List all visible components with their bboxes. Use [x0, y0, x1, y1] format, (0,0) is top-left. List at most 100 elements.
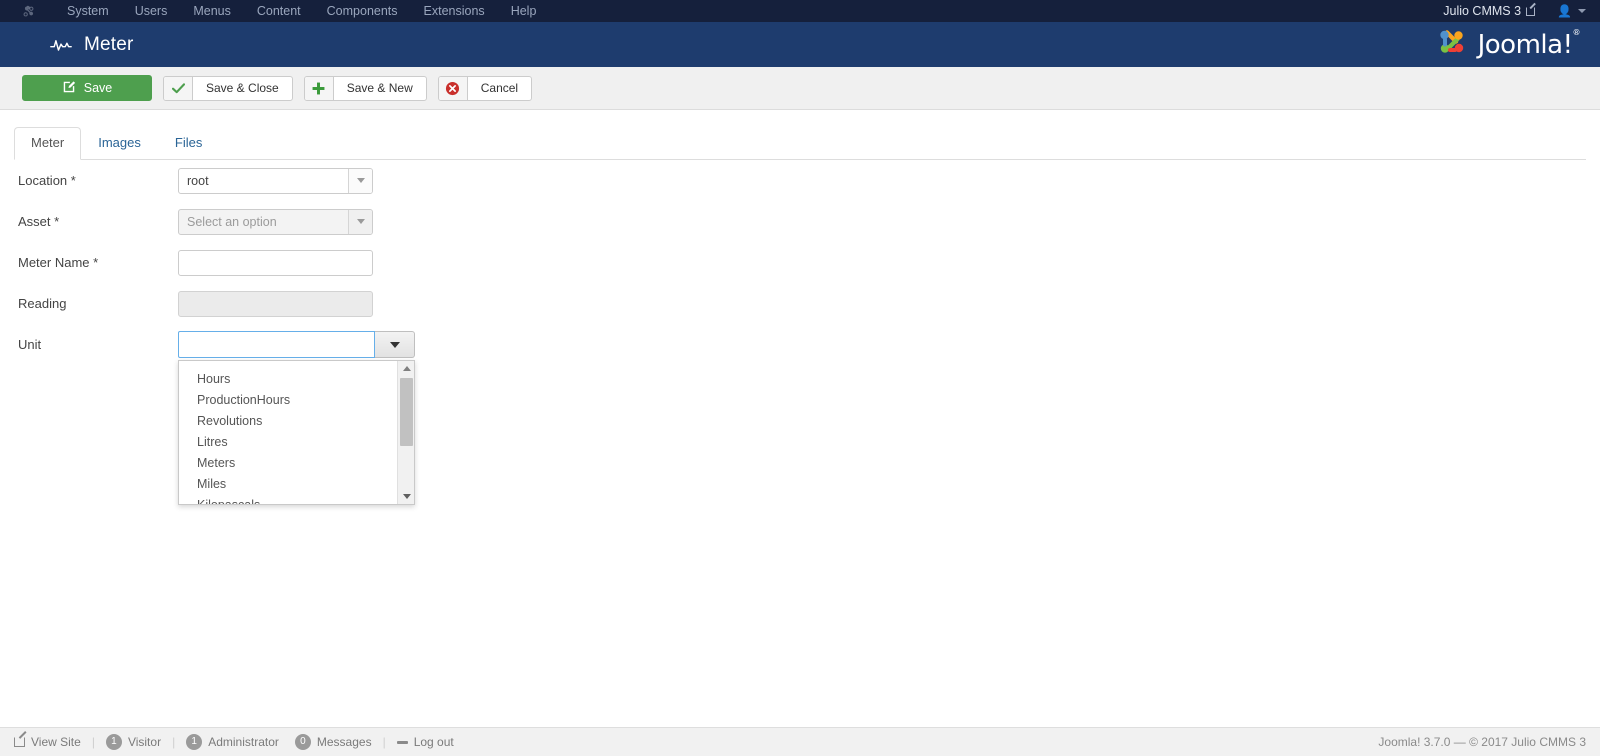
logout-link[interactable]: Log out — [396, 735, 454, 749]
logout-label: Log out — [413, 735, 454, 749]
joomla-mini-logo-icon[interactable] — [20, 3, 36, 19]
dropdown-arrow-icon — [348, 168, 372, 193]
visitor-label: Visitor — [127, 735, 162, 749]
divider: | — [172, 735, 176, 749]
cancel-circle-icon — [438, 76, 468, 100]
tab-images[interactable]: Images — [81, 127, 158, 160]
administrator-label: Administrator — [208, 735, 279, 749]
divider: | — [91, 735, 95, 749]
administrator-counter[interactable]: 1 Administrator — [186, 734, 279, 750]
save-close-button[interactable]: Save & Close — [163, 75, 293, 101]
site-name-link[interactable]: Julio CMMS 3 — [1443, 2, 1536, 20]
asset-label: Asset * — [18, 213, 60, 229]
visitor-count-badge: 1 — [105, 734, 122, 750]
tab-files[interactable]: Files — [158, 127, 219, 160]
save-pencil-icon — [62, 80, 76, 97]
admin-menu-item-help[interactable]: Help — [498, 0, 550, 22]
location-select-value: root — [187, 173, 209, 188]
tab-bar: Meter Images Files — [14, 127, 1586, 160]
unit-option-meters[interactable]: Meters — [179, 453, 397, 474]
unit-control: Hours ProductionHours Revolutions Litres… — [178, 331, 415, 505]
unit-option-kilopascals[interactable]: Kilopascals — [179, 495, 397, 504]
unit-dropdown-list[interactable]: Hours ProductionHours Revolutions Litres… — [178, 360, 415, 505]
form-row-asset: Asset * Select an option — [0, 201, 1600, 242]
meter-name-input[interactable] — [178, 249, 373, 276]
messages-count-badge: 0 — [294, 734, 311, 750]
cancel-button[interactable]: Cancel — [437, 75, 533, 101]
unit-option-miles[interactable]: Miles — [179, 474, 397, 495]
scroll-up-arrow-icon[interactable] — [398, 361, 414, 376]
cancel-button-label: Cancel — [480, 81, 519, 95]
asset-control: Select an option — [178, 208, 373, 235]
admin-menu-item-components[interactable]: Components — [314, 0, 411, 22]
joomla-wordmark: Joomla!® — [1477, 27, 1581, 60]
administrator-count-badge: 1 — [186, 734, 203, 750]
scroll-down-arrow-icon[interactable] — [398, 489, 414, 504]
header-title-group: Meter — [50, 34, 134, 56]
registered-mark: ® — [1572, 27, 1581, 37]
check-icon — [164, 76, 193, 100]
dropdown-arrow-icon — [348, 209, 372, 234]
save-new-button[interactable]: Save & New — [303, 75, 427, 101]
logout-icon — [396, 740, 408, 744]
location-label: Location * — [18, 172, 76, 188]
reading-label: Reading — [18, 295, 67, 311]
form-row-reading: Reading — [0, 283, 1600, 324]
messages-counter[interactable]: 0 Messages — [294, 734, 372, 750]
admin-top-bar: System Users Menus Content Components Ex… — [0, 0, 1600, 22]
admin-menu: System Users Menus Content Components Ex… — [54, 0, 549, 22]
toolbar: Save Save & Close Save & New Cancel — [0, 67, 1600, 110]
joomla-logo-icon — [1435, 26, 1469, 63]
save-new-button-label: Save & New — [346, 81, 413, 95]
meter-name-control — [178, 249, 373, 276]
meter-name-label: Meter Name * — [18, 254, 99, 270]
unit-combobox[interactable] — [178, 331, 415, 358]
external-link-icon — [1526, 7, 1536, 16]
unit-option-hours[interactable]: Hours — [179, 369, 397, 390]
unit-input[interactable] — [178, 331, 375, 358]
unit-dropdown-scrollbar[interactable] — [397, 361, 414, 504]
form-row-unit: Unit Hours ProductionHours Revolutions L… — [0, 324, 1600, 505]
admin-menu-item-content[interactable]: Content — [244, 0, 314, 22]
form-row-location: Location * root — [0, 160, 1600, 201]
unit-option-productionhours[interactable]: ProductionHours — [179, 390, 397, 411]
unit-option-list: Hours ProductionHours Revolutions Litres… — [179, 361, 397, 504]
save-close-button-label: Save & Close — [206, 81, 279, 95]
form-row-meter-name: Meter Name * — [0, 242, 1600, 283]
admin-menu-item-users[interactable]: Users — [122, 0, 181, 22]
admin-menu-item-menus[interactable]: Menus — [180, 0, 244, 22]
location-select[interactable]: root — [178, 167, 373, 194]
save-button-label: Save — [83, 81, 113, 95]
chevron-down-icon — [1578, 9, 1586, 13]
scrollbar-thumb[interactable] — [400, 378, 413, 446]
unit-option-litres[interactable]: Litres — [179, 432, 397, 453]
unit-dropdown-toggle[interactable] — [375, 331, 415, 358]
page-title: Meter — [84, 33, 134, 55]
view-site-link[interactable]: View Site — [14, 735, 81, 749]
user-menu[interactable]: 👤 — [1557, 5, 1586, 17]
meter-form: Location * root Asset * Select an option… — [0, 160, 1600, 505]
site-name-label: Julio CMMS 3 — [1443, 4, 1522, 18]
unit-option-revolutions[interactable]: Revolutions — [179, 411, 397, 432]
visitor-counter[interactable]: 1 Visitor — [105, 734, 162, 750]
caret-down-icon — [389, 341, 400, 348]
location-control: root — [178, 167, 373, 194]
admin-menu-item-system[interactable]: System — [54, 0, 122, 22]
admin-menu-item-extensions[interactable]: Extensions — [411, 0, 498, 22]
asset-select-placeholder: Select an option — [187, 214, 277, 229]
save-button[interactable]: Save — [22, 75, 152, 101]
joomla-brand: Joomla!® — [1435, 26, 1580, 63]
external-link-icon — [14, 737, 25, 747]
messages-label: Messages — [316, 735, 372, 749]
copyright-text: Joomla! 3.7.0 — © 2017 Julio CMMS 3 — [1378, 735, 1586, 749]
user-avatar-icon: 👤 — [1557, 4, 1572, 18]
tab-meter[interactable]: Meter — [14, 127, 82, 160]
page-header: Meter Joomla!® — [0, 22, 1600, 67]
divider: | — [382, 735, 386, 749]
unit-label: Unit — [18, 336, 42, 352]
asset-select[interactable]: Select an option — [178, 208, 373, 235]
view-site-label: View Site — [31, 735, 81, 749]
admin-bar-right: Julio CMMS 3 👤 — [1443, 2, 1600, 20]
pulse-meter-icon — [50, 36, 72, 54]
reading-input — [178, 290, 373, 317]
